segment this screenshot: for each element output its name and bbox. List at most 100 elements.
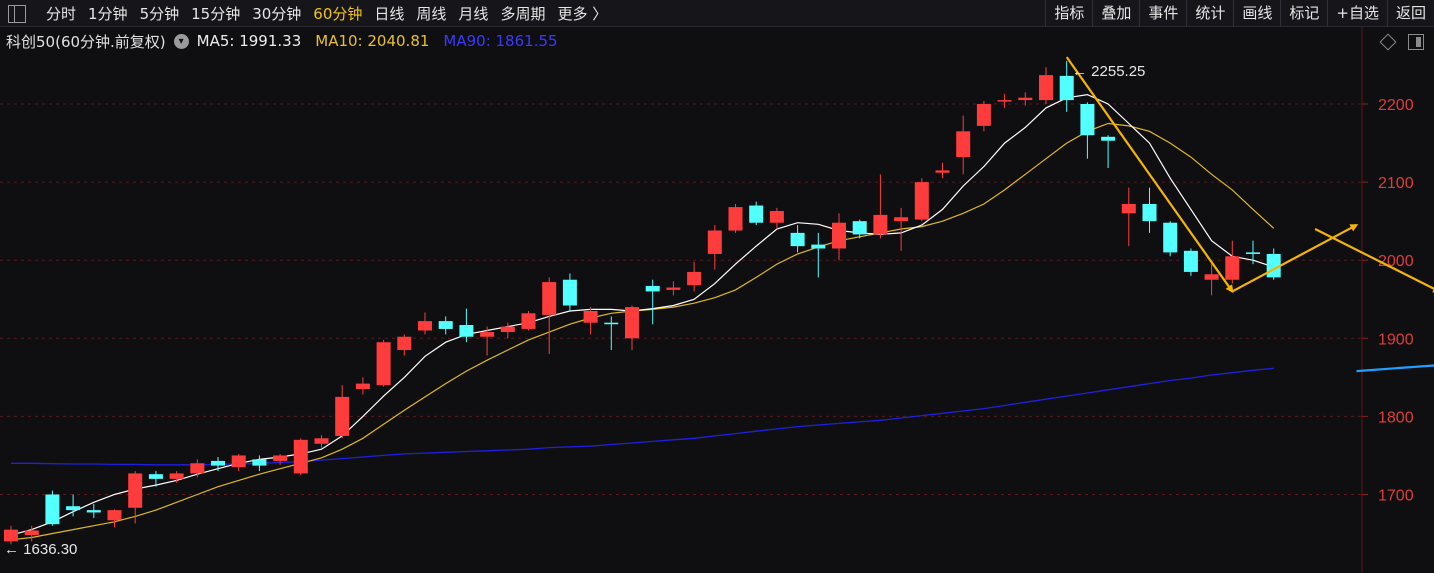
candle-body xyxy=(1246,252,1260,254)
candle-body xyxy=(562,279,577,306)
candle-body xyxy=(811,244,826,249)
candle-body xyxy=(604,322,619,325)
period-tab[interactable]: 15分钟 xyxy=(191,3,240,24)
candle-body xyxy=(314,438,329,444)
candle-body xyxy=(1142,203,1157,222)
candle-body xyxy=(935,170,950,173)
candle-body xyxy=(873,214,888,235)
candle-body xyxy=(211,460,225,466)
candle-body xyxy=(976,104,991,126)
trend-arrow xyxy=(1231,224,1359,293)
y-tick-label: 2200 xyxy=(1378,97,1414,114)
ma90-line xyxy=(11,367,1274,466)
period-tab[interactable]: 1分钟 xyxy=(88,3,128,24)
indicator-button[interactable]: 指标 xyxy=(1045,0,1092,27)
overlay-button[interactable]: 叠加 xyxy=(1092,0,1139,27)
ma10-value: MA10: 2040.81 xyxy=(315,32,430,50)
candle-body xyxy=(66,506,81,511)
period-tab[interactable]: 周线 xyxy=(416,3,446,24)
layout-panel-icon[interactable] xyxy=(8,4,26,23)
candle-body xyxy=(273,455,288,461)
candle-body xyxy=(293,439,308,474)
mark-button[interactable]: 标记 xyxy=(1280,0,1327,27)
candle-body xyxy=(1080,104,1095,136)
candle-body xyxy=(956,131,971,158)
candle-body xyxy=(355,383,370,390)
events-button[interactable]: 事件 xyxy=(1139,0,1186,27)
candle-body xyxy=(997,100,1012,102)
period-tab[interactable]: 月线 xyxy=(458,3,488,24)
candle-body xyxy=(1018,97,1033,101)
trend-arrow-blue xyxy=(1356,364,1434,373)
candle-body xyxy=(666,287,681,290)
candle-body xyxy=(397,336,412,351)
candle-body xyxy=(1183,250,1198,272)
candle-body xyxy=(914,182,929,220)
chart-corner-controls xyxy=(1379,33,1424,51)
candle-body xyxy=(24,530,39,536)
candle-body xyxy=(190,463,205,474)
candle-body xyxy=(790,232,805,247)
candle-body xyxy=(128,473,143,508)
candle-body xyxy=(4,529,18,542)
candle-body xyxy=(1163,222,1178,253)
trend-arrow xyxy=(1065,56,1234,294)
trend-arrow xyxy=(1314,227,1434,293)
candle-body xyxy=(1039,75,1053,101)
candle-body xyxy=(148,474,163,479)
candle-body xyxy=(500,326,515,333)
candle-body xyxy=(418,321,432,331)
candle-body xyxy=(438,321,453,329)
candle-body xyxy=(1204,274,1219,280)
more-periods-button[interactable]: 更多 〉 xyxy=(557,3,607,24)
candle-body xyxy=(169,473,184,479)
candle-body xyxy=(86,510,101,513)
period-tab-active[interactable]: 60分钟 xyxy=(313,3,362,24)
y-tick-label: 2100 xyxy=(1378,175,1414,192)
ma90-value: MA90: 1861.55 xyxy=(443,32,558,50)
period-tab[interactable]: 日线 xyxy=(374,3,404,24)
instrument-name: 科创50(60分钟.前复权) xyxy=(6,32,166,51)
period-tab[interactable]: 分时 xyxy=(46,3,76,24)
diamond-icon[interactable] xyxy=(1379,33,1397,51)
candle-body xyxy=(107,510,122,521)
draw-line-button[interactable]: 画线 xyxy=(1233,0,1280,27)
candle-body xyxy=(687,271,702,286)
candle-body xyxy=(832,222,846,249)
y-tick-label: 2000 xyxy=(1378,253,1414,270)
candle-body xyxy=(335,396,350,436)
candle-body xyxy=(252,459,267,466)
candle-body xyxy=(707,230,722,254)
ma5-value: MA5: 1991.33 xyxy=(196,32,302,50)
candle-body xyxy=(1121,203,1136,214)
back-button[interactable]: 返回 xyxy=(1386,0,1434,27)
candle-body xyxy=(231,455,246,468)
candlestick-chart[interactable]: 1700 1800 1900 2000 2100 2200 ← 2255.25 ← 1636.… xyxy=(0,0,1434,573)
candle-body xyxy=(583,310,598,323)
period-tab[interactable]: 5分钟 xyxy=(140,3,180,24)
y-tick-label: 1900 xyxy=(1378,331,1414,348)
ma10-line xyxy=(10,122,1275,541)
candle-body xyxy=(542,282,557,315)
candle-body xyxy=(728,207,743,231)
statistics-button[interactable]: 统计 xyxy=(1186,0,1233,27)
period-tab[interactable]: 30分钟 xyxy=(252,3,301,24)
ma5-line xyxy=(10,93,1274,536)
low-price-label: ← 1636.30 xyxy=(4,541,77,558)
tool-buttons: 指标 叠加 事件 统计 画线 标记 +自选 返回 xyxy=(1045,0,1434,27)
candle-body xyxy=(625,307,639,339)
settings-circle-icon[interactable]: ▾ xyxy=(173,33,189,49)
candle-body xyxy=(459,325,474,337)
period-tab[interactable]: 多周期 xyxy=(500,3,545,24)
candle-body xyxy=(1225,256,1240,280)
candle-body xyxy=(1059,75,1074,101)
add-watchlist-button[interactable]: +自选 xyxy=(1327,0,1387,27)
chart-legend: 科创50(60分钟.前复权) ▾ MA5: 1991.33 MA10: 2040… xyxy=(0,30,558,52)
panel-toggle-icon[interactable] xyxy=(1408,34,1424,50)
period-selector: 分时 1分钟 5分钟 15分钟 30分钟 60分钟 日线 周线 月线 多周期 更… xyxy=(8,0,619,27)
y-tick-label: 1700 xyxy=(1378,488,1414,505)
candle-body xyxy=(749,205,764,223)
candle-body xyxy=(521,313,536,329)
candle-body xyxy=(376,342,391,386)
y-tick-label: 1800 xyxy=(1378,409,1414,426)
